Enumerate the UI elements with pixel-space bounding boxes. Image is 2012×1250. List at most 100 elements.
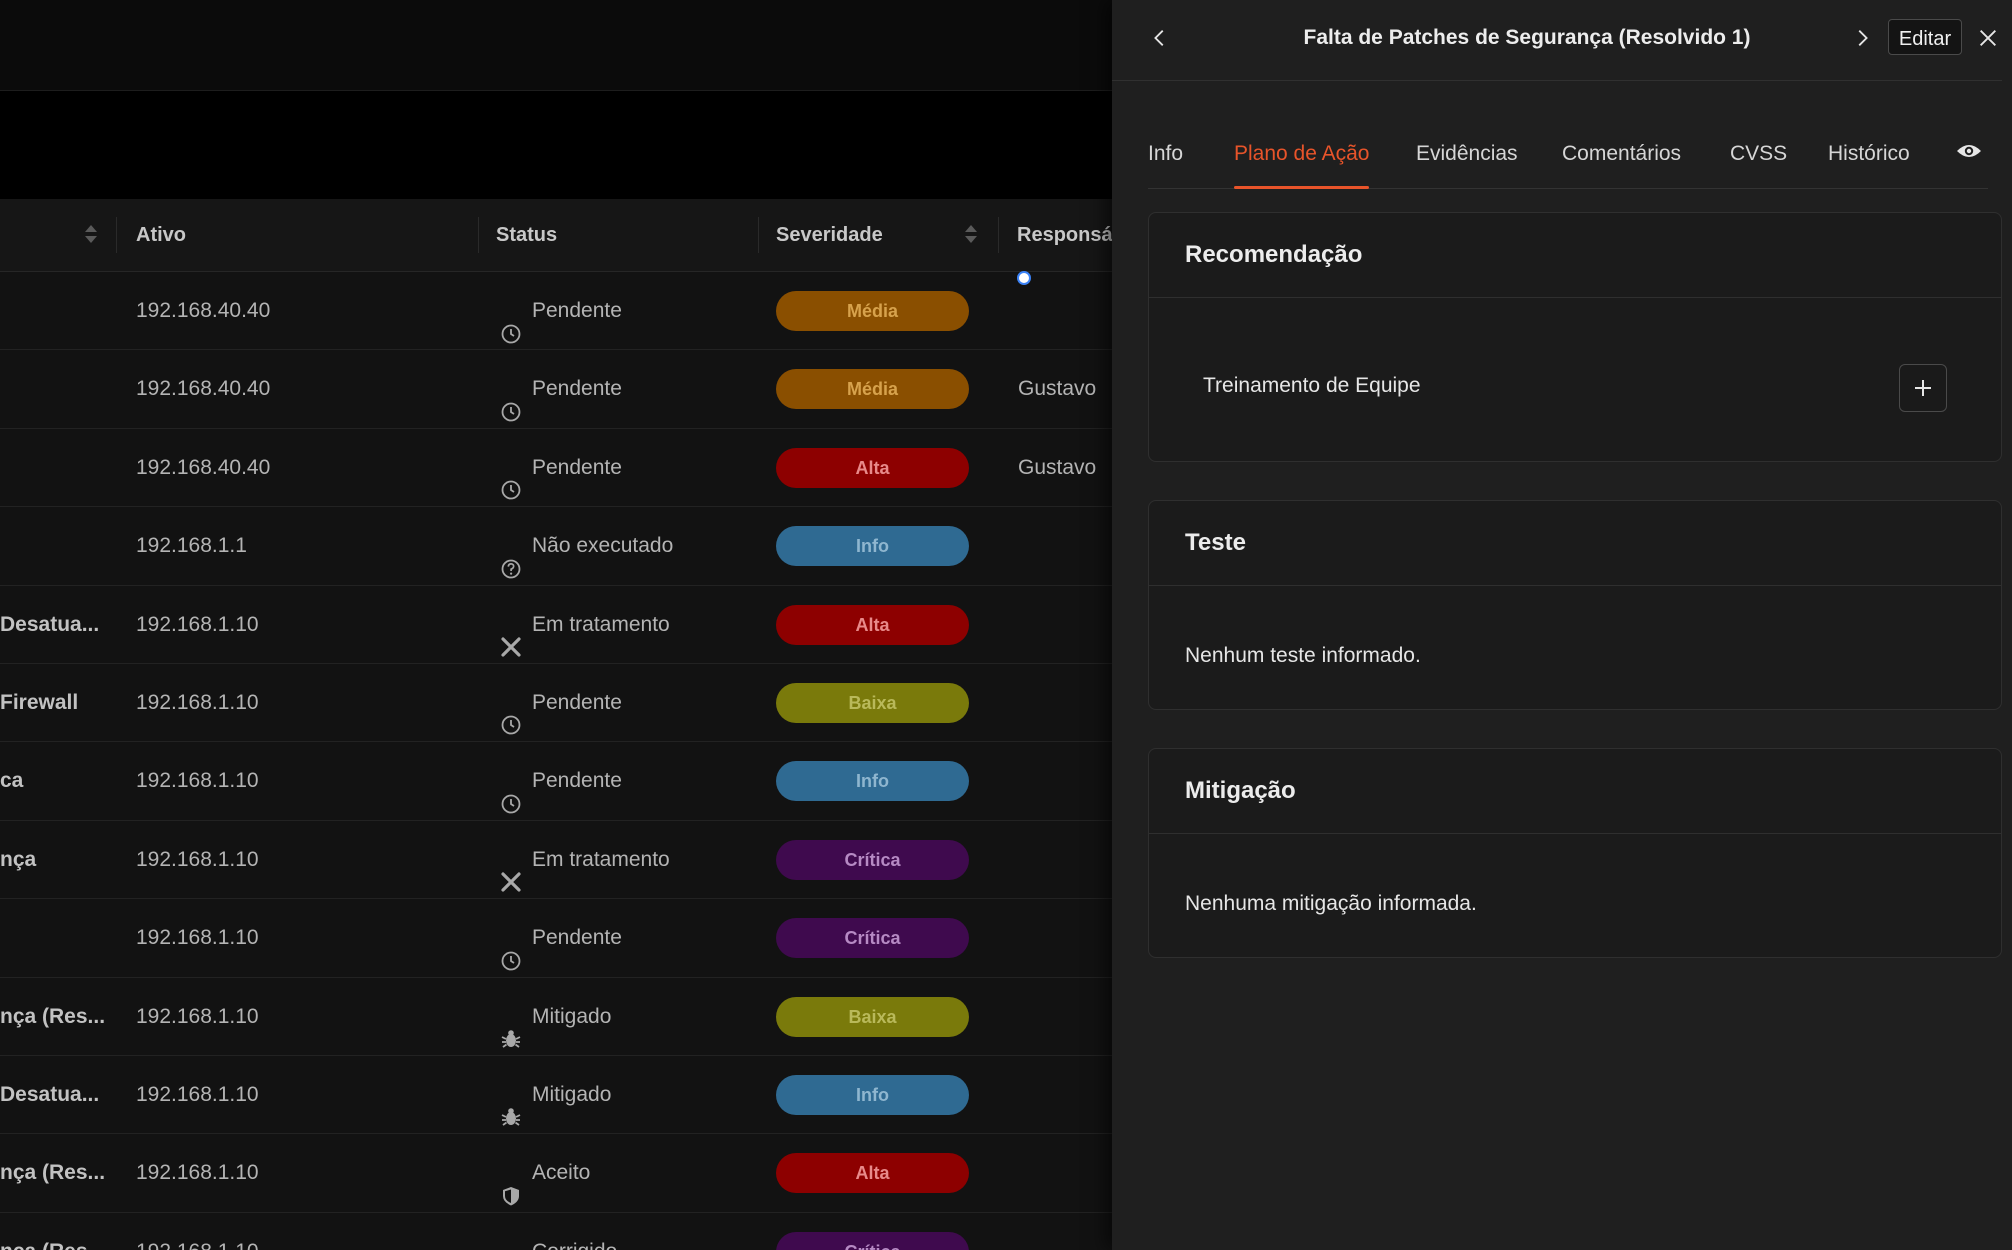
table-row[interactable]: ca 192.168.1.10 Pendente Info [0,742,1112,821]
teste-card: Teste Nenhum teste informado. [1148,500,2002,710]
row-status: Corrigido [500,1213,760,1250]
severity-badge: Crítica [776,918,969,959]
tab-comentarios[interactable]: Comentários [1562,126,1681,188]
column-header-status[interactable]: Status [496,199,557,271]
row-asset: 192.168.1.10 [136,1161,259,1185]
row-status-label: Em tratamento [532,847,670,871]
table-row[interactable]: Desatua... 192.168.1.10 Em tratamento Alta [0,585,1112,664]
table-row[interactable]: 192.168.40.40 Pendente Média Gustavo [0,350,1112,429]
row-status-label: Aceito [532,1161,591,1185]
sort-icon[interactable] [84,223,98,247]
column-header-responsavel[interactable]: Responsáv [1017,199,1124,271]
table-body: 192.168.40.40 Pendente Média 192.168.40.40 P… [0,272,1112,1250]
chevron-right-icon [1858,30,1868,46]
row-status: Pendente [500,272,760,349]
table-row[interactable]: Firewall 192.168.1.10 Pendente Baixa [0,663,1112,743]
table-row[interactable]: 192.168.1.10 Pendente Crítica [0,899,1112,978]
app-root: Ativo Status Severidade Responsáv 192.16… [0,0,2012,1250]
clock-icon [500,927,522,971]
row-status-label: Pendente [532,690,622,714]
detail-drawer: Falta de Patches de Segurança (Resolvido… [1112,0,2012,1250]
table-row[interactable]: 192.168.40.40 Pendente Alta Gustavo [0,428,1112,508]
chevron-left-icon [1154,30,1164,46]
row-status-label: Pendente [532,926,622,950]
table-header: Ativo Status Severidade Responsáv [0,199,1124,272]
tab-evidencias[interactable]: Evidências [1416,126,1518,188]
row-name [0,272,112,349]
row-status-label: Não executado [532,534,674,558]
teste-body: Nenhum teste informado. [1149,586,2001,708]
shield-icon [500,1162,522,1206]
row-name [0,429,112,506]
table-row[interactable]: nça (Res... 192.168.1.10 Aceito Alta [0,1134,1112,1213]
row-responsavel [1018,1134,1112,1211]
edit-button[interactable]: Editar [1888,19,1962,55]
row-status: Pendente [500,899,760,976]
row-responsavel [1018,1056,1112,1133]
sort-icon[interactable] [964,223,978,247]
tab-historico[interactable]: Histórico [1828,126,1910,188]
bug-icon [500,1005,522,1048]
drawer-header: Falta de Patches de Segurança (Resolvido… [1112,0,2012,81]
table-row[interactable]: Desatua... 192.168.1.10 Mitigado Info [0,1055,1112,1135]
row-responsavel [1018,272,1112,349]
table-row[interactable]: nça 192.168.1.10 Em tratamento Crítica [0,820,1112,900]
row-status-label: Mitigado [532,1004,612,1028]
mitigacao-body: Nenhuma mitigação informada. [1149,834,2001,956]
row-asset: 192.168.1.10 [136,612,259,636]
column-header-ativo[interactable]: Ativo [136,199,186,271]
row-status: Aceito [500,1134,760,1211]
row-name [0,507,112,584]
tab-cvss[interactable]: CVSS [1730,126,1787,188]
table-row[interactable]: nça (Res... 192.168.1.10 Mitigado Baixa [0,977,1112,1056]
row-name: Desatua... [0,612,100,636]
row-responsavel [1018,507,1112,584]
row-name [0,350,112,427]
teste-title: Teste [1149,501,2001,586]
close-button[interactable] [1968,18,2008,58]
severity-badge: Info [776,761,969,802]
row-asset: 192.168.40.40 [136,299,271,322]
severity-badge: Alta [776,1153,969,1194]
teste-empty-text: Nenhum teste informado. [1185,644,1421,667]
row-asset: 192.168.1.10 [136,1082,259,1106]
tab-plano-de-acao[interactable]: Plano de Ação [1234,126,1370,189]
row-name: nça (Res... [0,1004,106,1028]
table-row[interactable]: 192.168.40.40 Pendente Média [0,272,1112,351]
previous-button[interactable] [1140,18,1180,58]
drawer-scrollbar[interactable] [2002,80,2012,960]
next-button[interactable] [1842,18,1882,58]
row-status: Em tratamento [500,586,760,663]
table-row[interactable]: 192.168.1.1 Não executado Info [0,507,1112,586]
row-status: Não executado [500,507,760,584]
mitigacao-card: Mitigação Nenhuma mitigação informada. [1148,748,2002,958]
question-circle-icon [500,535,522,579]
row-asset: 192.168.40.40 [136,455,271,479]
severity-badge: Alta [776,447,969,488]
row-asset: 192.168.1.1 [136,534,247,558]
clock-icon [500,691,522,735]
recomendacao-item: Treinamento de Equipe [1203,374,1421,397]
bug-icon [500,1083,522,1127]
severity-badge: Baixa [776,682,969,723]
row-responsavel [1018,978,1112,1055]
row-responsavel [1018,586,1112,663]
plus-icon [1915,380,1931,396]
severity-badge: Crítica [776,1231,969,1250]
row-status: Mitigado [500,1056,760,1133]
row-status: Pendente [500,429,760,506]
row-status: Pendente [500,742,760,819]
clock-icon [500,378,522,422]
tab-info[interactable]: Info [1148,126,1183,188]
recomendacao-title: Recomendação [1149,213,2001,298]
column-divider [116,217,117,253]
severity-badge: Crítica [776,839,969,880]
clock-icon [500,456,522,500]
column-divider [998,217,999,253]
row-status-label: Pendente [532,377,622,401]
recomendacao-card: Recomendação Treinamento de Equipe [1148,212,2002,462]
visibility-toggle[interactable] [1956,140,1982,170]
table-row[interactable]: nça (Res... 192.168.1.10 Corrigido Crítica [0,1212,1112,1250]
column-header-severidade[interactable]: Severidade [776,199,883,271]
add-recomendacao-button[interactable] [1899,364,1947,412]
